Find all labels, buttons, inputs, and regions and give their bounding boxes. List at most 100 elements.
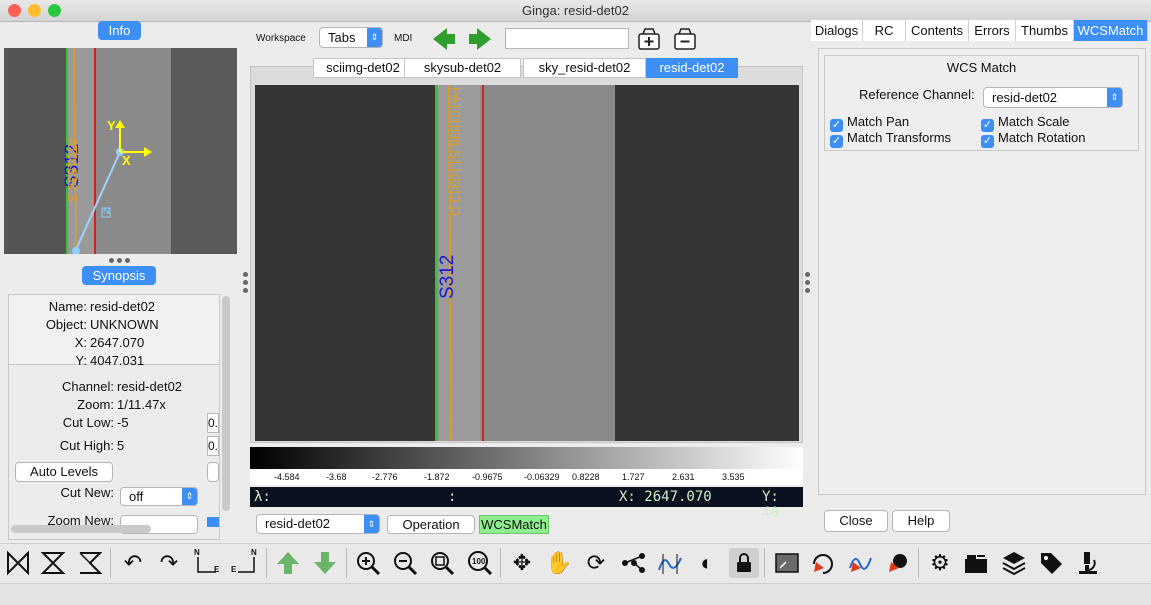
match-rotation-checkbox[interactable]: ✓ Match Rotation (981, 130, 1085, 148)
workspace-label: Workspace (256, 33, 306, 44)
flip-y-icon[interactable] (38, 548, 68, 578)
tab-rc[interactable]: RC (863, 20, 906, 41)
image-viewer[interactable]: S312 PAT01836 S1T0313 D (255, 85, 799, 441)
rotate-mode-icon[interactable]: ⟳ (581, 548, 611, 578)
right-splitter-handle[interactable] (805, 288, 810, 293)
colorbar-tick: 3.535 (722, 472, 745, 482)
chevron-updown-icon: ⇕ (367, 28, 382, 47)
zoom-out-icon[interactable] (390, 548, 420, 578)
colorbar[interactable] (250, 447, 803, 469)
tab-errors[interactable]: Errors (969, 20, 1016, 41)
reset-cuts-icon[interactable] (845, 548, 875, 578)
tags-icon[interactable] (1036, 548, 1066, 578)
auto-levels-options-button[interactable] (207, 462, 219, 482)
splitter-handle[interactable] (117, 258, 122, 263)
colorbar-tick: 2.631 (672, 472, 695, 482)
cut-low-label: Cut Low: (62, 415, 114, 430)
vertical-scrollbar[interactable] (222, 296, 230, 511)
channel-name-input[interactable] (505, 28, 629, 49)
zoom-new-option[interactable] (207, 517, 219, 527)
layers-icon[interactable] (999, 548, 1029, 578)
status-y: Y: 40 (762, 489, 779, 521)
preferences-gear-icon[interactable]: ⚙ (925, 548, 955, 578)
prev-image-icon[interactable] (273, 548, 303, 578)
cuts-mode-icon[interactable] (655, 548, 685, 578)
cut-new-select[interactable]: off ⇕ (120, 487, 198, 506)
colorbar-tick: -3.68 (326, 472, 347, 482)
info-button[interactable]: Info (98, 21, 141, 40)
workspace-select[interactable]: Tabs ⇕ (319, 27, 383, 48)
auto-levels-button[interactable]: Auto Levels (15, 462, 113, 482)
right-splitter-handle[interactable] (805, 272, 810, 277)
colorbar-tick: 1.727 (622, 472, 645, 482)
orient-north-right-icon[interactable]: N E (230, 548, 260, 578)
tab-thumbs[interactable]: Thumbs (1016, 20, 1074, 41)
zoom-fit-icon[interactable] (427, 548, 457, 578)
open-file-icon[interactable] (961, 548, 991, 578)
delete-channel-button[interactable] (672, 26, 698, 52)
tab-wcsmatch[interactable]: WCSMatch (1074, 20, 1148, 41)
zoom-100-icon[interactable]: 100 (465, 548, 495, 578)
rotate-cw-icon[interactable]: ↷ (154, 548, 184, 578)
horizontal-scrollbar[interactable] (11, 525, 151, 533)
flip-x-icon[interactable] (3, 548, 33, 578)
thumbnail-view[interactable]: Y X N S312 AT01836 S (4, 48, 237, 254)
orient-north-left-icon[interactable]: N E (192, 548, 222, 578)
status-bar: λ: : X: 2647.070 Y: 40 (250, 487, 803, 521)
zoom-in-icon[interactable] (353, 548, 383, 578)
next-channel-button[interactable] (467, 26, 493, 52)
match-transforms-checkbox[interactable]: ✓ Match Transforms (830, 130, 951, 148)
grab-hand-icon[interactable]: ✋ (544, 548, 574, 578)
thumb-n-label: N (103, 206, 110, 216)
previous-channel-button[interactable] (431, 26, 457, 52)
colorbar-tick: -4.584 (274, 472, 300, 482)
left-splitter-handle[interactable] (243, 288, 248, 293)
channel-value: resid-det02 (117, 379, 183, 394)
operation-button[interactable]: Operation (387, 515, 475, 534)
plugin-badge[interactable]: WCSMatch (479, 515, 549, 534)
right-splitter-handle[interactable] (805, 280, 810, 285)
left-splitter-handle[interactable] (243, 272, 248, 277)
microscope-icon[interactable] (1073, 548, 1103, 578)
channel-select[interactable]: resid-det02 ⇕ (256, 514, 380, 534)
tab-resid-det02[interactable]: resid-det02 (646, 58, 738, 78)
y-label: Y: (75, 353, 87, 368)
splitter-handle[interactable] (125, 258, 130, 263)
tab-sciimg-det02[interactable]: sciimg-det02 (313, 58, 413, 78)
tab-contents[interactable]: Contents (906, 20, 969, 41)
reset-zoom-icon[interactable] (808, 548, 838, 578)
tab-skysub-det02[interactable]: skysub-det02 (404, 58, 521, 78)
next-image-icon[interactable] (310, 548, 340, 578)
contrast-mode-icon[interactable]: ◐ (692, 548, 722, 578)
wcs-match-title: WCS Match (946, 60, 1017, 75)
zoom-label: Zoom: (77, 397, 114, 412)
reset-contrast-icon[interactable] (883, 548, 913, 578)
status-separator: : (448, 489, 457, 505)
swap-xy-icon[interactable] (75, 548, 105, 578)
colorbar-ticks: -4.584 -3.68 -2.776 -1.872 -0.9675 -0.06… (250, 469, 803, 485)
splitter-handle[interactable] (109, 258, 114, 263)
object-label: Object: (45, 317, 87, 332)
x-value: 2647.070 (90, 335, 145, 350)
synopsis-button[interactable]: Synopsis (82, 266, 156, 285)
reference-channel-select[interactable]: resid-det02 ⇕ (983, 87, 1123, 108)
east-label: E (214, 565, 220, 574)
dist-mode-icon[interactable] (618, 548, 648, 578)
x-label: X: (74, 335, 87, 350)
pan-mode-icon[interactable]: ✥ (507, 548, 537, 578)
lock-icon[interactable] (729, 548, 759, 578)
cut-high-input[interactable]: 0. (207, 436, 219, 456)
tab-sky-resid-det02[interactable]: sky_resid-det02 (523, 58, 646, 78)
add-channel-button[interactable] (636, 26, 662, 52)
reference-channel-label: Reference Channel: (859, 87, 975, 102)
tab-dialogs[interactable]: Dialogs (811, 20, 863, 41)
cut-low-input[interactable]: 0. (207, 413, 219, 433)
colorbar-tick: 0.8228 (572, 472, 600, 482)
center-image-icon[interactable] (772, 548, 802, 578)
left-splitter-handle[interactable] (243, 280, 248, 285)
rotate-ccw-icon[interactable]: ↶ (118, 548, 148, 578)
help-button[interactable]: Help (892, 510, 950, 532)
channel-select-value: resid-det02 (265, 516, 331, 531)
zoom-value: 1/11.47x (117, 397, 166, 412)
close-button[interactable]: Close (824, 510, 888, 532)
